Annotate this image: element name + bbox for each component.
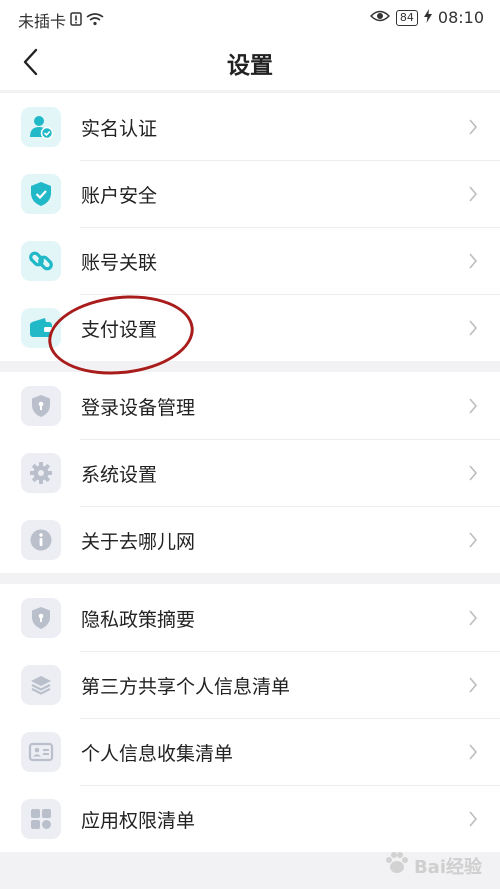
chevron-right-icon — [469, 532, 478, 548]
settings-item-label: 账户安全 — [81, 185, 158, 207]
settings-item-payment[interactable]: 支付设置 — [0, 294, 500, 361]
link-icon — [21, 241, 61, 281]
chevron-right-icon — [469, 186, 478, 202]
settings-item-label: 应用权限清单 — [81, 810, 196, 832]
settings-group-system: 登录设备管理 系统设置 关于去哪儿网 — [0, 372, 500, 573]
watermark: Bai经验 — [384, 850, 482, 881]
privacy-shield-icon — [21, 598, 61, 638]
wallet-icon — [21, 308, 61, 348]
settings-item-label: 关于去哪儿网 — [81, 531, 196, 553]
settings-item-about[interactable]: 关于去哪儿网 — [0, 506, 500, 573]
chevron-right-icon — [469, 677, 478, 693]
settings-item-system[interactable]: 系统设置 — [0, 439, 500, 506]
settings-item-label: 登录设备管理 — [81, 397, 196, 419]
settings-item-third-party-sharing[interactable]: 第三方共享个人信息清单 — [0, 651, 500, 718]
chevron-right-icon — [469, 744, 478, 760]
settings-item-real-name[interactable]: 实名认证 — [0, 93, 500, 160]
device-shield-icon — [21, 386, 61, 426]
settings-item-label: 个人信息收集清单 — [81, 743, 234, 765]
settings-item-info-collection[interactable]: 个人信息收集清单 — [0, 718, 500, 785]
chevron-right-icon — [469, 253, 478, 269]
chevron-right-icon — [469, 811, 478, 827]
watermark-text: Bai经验 — [413, 856, 482, 878]
settings-item-login-devices[interactable]: 登录设备管理 — [0, 372, 500, 439]
settings-item-label: 实名认证 — [81, 118, 158, 140]
settings-item-label: 系统设置 — [81, 464, 158, 486]
id-card-icon — [21, 732, 61, 772]
wifi-icon — [86, 11, 104, 30]
settings-item-label: 隐私政策摘要 — [81, 609, 196, 631]
eye-icon — [369, 8, 390, 27]
nav-bar: 设置 — [0, 34, 500, 90]
settings-item-account-link[interactable]: 账号关联 — [0, 227, 500, 294]
battery-level: 84 — [395, 9, 418, 26]
chevron-right-icon — [469, 119, 478, 135]
charging-icon — [423, 8, 432, 27]
chevron-right-icon — [469, 610, 478, 626]
gear-icon — [21, 453, 61, 493]
carrier-text: 未插卡 — [18, 12, 67, 31]
settings-group-account: 实名认证 账户安全 账号关联 支付设置 — [0, 93, 500, 361]
settings-item-account-security[interactable]: 账户安全 — [0, 160, 500, 227]
settings-item-app-permissions[interactable]: 应用权限清单 — [0, 785, 500, 852]
settings-item-privacy-summary[interactable]: 隐私政策摘要 — [0, 584, 500, 651]
clock-time: 08:10 — [437, 8, 484, 27]
shield-check-icon — [21, 174, 61, 214]
apps-grid-icon — [21, 799, 61, 839]
sim-alert-icon — [70, 11, 82, 30]
info-icon — [21, 520, 61, 560]
chevron-right-icon — [469, 320, 478, 336]
settings-item-label: 第三方共享个人信息清单 — [81, 676, 291, 698]
settings-item-label: 账号关联 — [81, 252, 158, 274]
chevron-right-icon — [469, 398, 478, 414]
settings-item-label: 支付设置 — [81, 319, 158, 341]
status-bar: 未插卡 84 08:10 — [0, 0, 500, 34]
layers-icon — [21, 665, 61, 705]
user-verified-icon — [21, 107, 61, 147]
settings-group-privacy: 隐私政策摘要 第三方共享个人信息清单 个人信息收集清单 应用权限清单 — [0, 584, 500, 852]
chevron-right-icon — [469, 465, 478, 481]
paw-logo-icon — [384, 850, 410, 881]
page-title: 设置 — [227, 53, 273, 79]
